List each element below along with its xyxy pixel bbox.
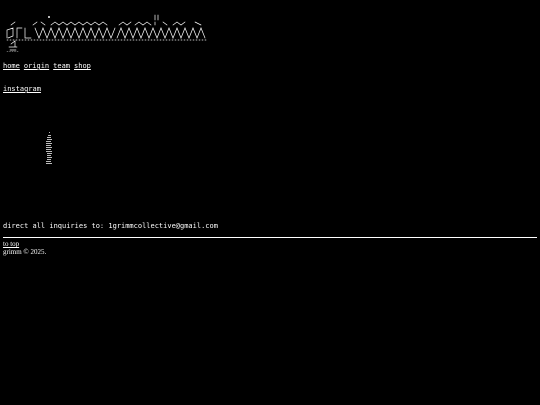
nav-link-team[interactable]: team bbox=[53, 62, 70, 70]
social-links: instagram bbox=[3, 84, 41, 94]
contact-inquiry-text: direct all inquiries to: 1grimmcollectiv… bbox=[3, 222, 218, 230]
nav-link-shop[interactable]: shop bbox=[74, 62, 91, 70]
copyright-text: grimm © 2025. bbox=[3, 248, 47, 256]
nav-link-origin[interactable]: origin bbox=[24, 62, 49, 70]
footer-divider bbox=[3, 237, 537, 238]
instagram-link[interactable]: instagram bbox=[3, 85, 41, 93]
figure-image bbox=[46, 132, 52, 164]
site-logo[interactable] bbox=[3, 14, 208, 52]
nav-link-home[interactable]: home bbox=[3, 62, 20, 70]
main-nav: home origin team shop bbox=[3, 61, 95, 71]
to-top-link[interactable]: to top bbox=[3, 240, 19, 248]
